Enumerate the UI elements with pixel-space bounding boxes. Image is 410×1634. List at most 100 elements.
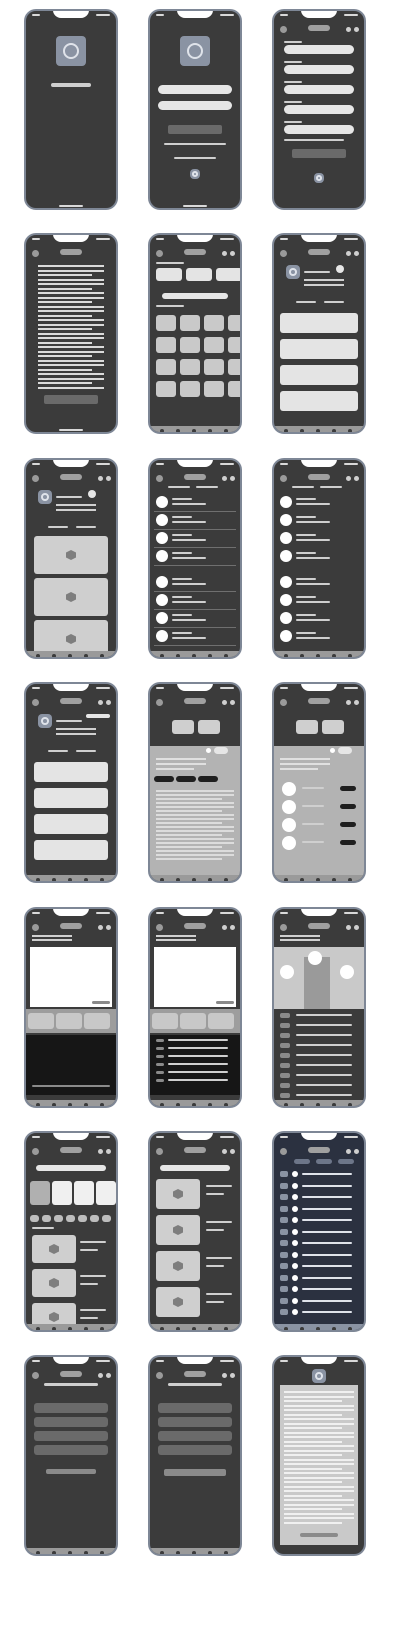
filter-tab[interactable] (338, 1159, 354, 1164)
product-tile[interactable] (180, 359, 200, 375)
tab-item-icon[interactable] (284, 878, 288, 881)
tab-item-icon[interactable] (348, 654, 352, 657)
tab-item-icon[interactable] (84, 1327, 88, 1330)
tab-item-icon[interactable] (348, 1327, 352, 1330)
back-icon[interactable] (280, 250, 287, 257)
login-button[interactable] (168, 125, 222, 134)
tab-item-icon[interactable] (52, 1103, 56, 1106)
product-tile[interactable] (228, 381, 240, 397)
item-toggle[interactable] (340, 804, 356, 809)
tab-item-icon[interactable] (84, 878, 88, 881)
map-pin-icon[interactable] (340, 965, 354, 979)
option-card[interactable] (172, 720, 194, 734)
action-icon[interactable] (354, 1149, 359, 1154)
username-input[interactable] (158, 85, 232, 94)
tab-item-icon[interactable] (160, 654, 164, 657)
form-input[interactable] (284, 85, 354, 94)
tab-item-icon[interactable] (176, 1327, 180, 1330)
tab-item-icon[interactable] (176, 878, 180, 881)
tab-item-icon[interactable] (316, 1103, 320, 1106)
action-icon[interactable] (98, 1373, 103, 1378)
menu-item[interactable] (34, 1403, 108, 1413)
product-tile[interactable] (180, 315, 200, 331)
filter-tab[interactable] (294, 1159, 310, 1164)
tab-item-icon[interactable] (52, 1327, 56, 1330)
sheet-action-icon[interactable] (330, 748, 335, 753)
chip[interactable] (198, 776, 218, 782)
action-icon[interactable] (222, 1149, 227, 1154)
tab-item-icon[interactable] (300, 1327, 304, 1330)
tab-item-icon[interactable] (224, 878, 228, 881)
submit-button[interactable] (292, 149, 346, 158)
tab-item-icon[interactable] (84, 654, 88, 657)
tab-item-icon[interactable] (68, 654, 72, 657)
tab-item-icon[interactable] (348, 878, 352, 881)
tab-item-icon[interactable] (224, 654, 228, 657)
list-card[interactable] (280, 339, 358, 359)
category-card[interactable] (186, 268, 212, 281)
back-icon[interactable] (280, 1148, 287, 1155)
menu-item[interactable] (158, 1431, 232, 1441)
thumbnail[interactable] (180, 1013, 206, 1029)
action-icon[interactable] (346, 476, 351, 481)
menu-item[interactable] (34, 1417, 108, 1427)
product-tile[interactable] (204, 359, 224, 375)
tab-item-icon[interactable] (316, 878, 320, 881)
tab-item-icon[interactable] (300, 429, 304, 432)
action-icon[interactable] (346, 1149, 351, 1154)
back-icon[interactable] (32, 250, 39, 257)
tab-item-icon[interactable] (208, 878, 212, 881)
product-tile[interactable] (228, 337, 240, 353)
tab-item-icon[interactable] (36, 654, 40, 657)
action-icon[interactable] (230, 925, 235, 930)
action-icon[interactable] (230, 700, 235, 705)
back-icon[interactable] (280, 699, 287, 706)
product-tile[interactable] (156, 315, 176, 331)
back-icon[interactable] (156, 699, 163, 706)
more-icon[interactable] (88, 490, 96, 498)
tab-item-icon[interactable] (300, 1103, 304, 1106)
category-card[interactable] (216, 268, 240, 281)
list-card[interactable] (280, 313, 358, 333)
tab-item-icon[interactable] (348, 1103, 352, 1106)
action-icon[interactable] (346, 27, 351, 32)
action-icon[interactable] (346, 251, 351, 256)
tab-item-icon[interactable] (208, 1327, 212, 1330)
tab-item-icon[interactable] (208, 1551, 212, 1554)
filter-chip[interactable] (102, 1215, 111, 1222)
chip[interactable] (154, 776, 174, 782)
item-toggle[interactable] (340, 786, 356, 791)
menu-item[interactable] (158, 1445, 232, 1455)
back-icon[interactable] (32, 924, 39, 931)
sheet-action-icon[interactable] (206, 748, 211, 753)
tab-item-icon[interactable] (192, 1103, 196, 1106)
back-icon[interactable] (156, 1372, 163, 1379)
tab-item-icon[interactable] (100, 1551, 104, 1554)
menu-item[interactable] (34, 1431, 108, 1441)
action-icon[interactable] (222, 1373, 227, 1378)
tab-item-icon[interactable] (84, 1551, 88, 1554)
tab-item-icon[interactable] (284, 429, 288, 432)
form-input[interactable] (284, 105, 354, 114)
action-icon[interactable] (106, 1373, 111, 1378)
product-tile[interactable] (180, 381, 200, 397)
media-card[interactable] (34, 536, 108, 574)
tab-item-icon[interactable] (36, 1551, 40, 1554)
action-icon[interactable] (106, 476, 111, 481)
tab-item-icon[interactable] (208, 429, 212, 432)
result-card[interactable] (156, 1179, 200, 1209)
list-card[interactable] (34, 840, 108, 860)
tab-item-icon[interactable] (36, 1103, 40, 1106)
tab-item-icon[interactable] (284, 1327, 288, 1330)
action-icon[interactable] (230, 476, 235, 481)
tab-item-icon[interactable] (100, 1327, 104, 1330)
sheet-action-button[interactable] (214, 747, 228, 754)
back-icon[interactable] (156, 250, 163, 257)
tab-item-icon[interactable] (348, 429, 352, 432)
tab-item-icon[interactable] (208, 654, 212, 657)
action-icon[interactable] (346, 700, 351, 705)
back-icon[interactable] (280, 924, 287, 931)
close-button[interactable] (300, 1533, 338, 1537)
category-card[interactable] (52, 1181, 72, 1205)
action-icon[interactable] (354, 925, 359, 930)
